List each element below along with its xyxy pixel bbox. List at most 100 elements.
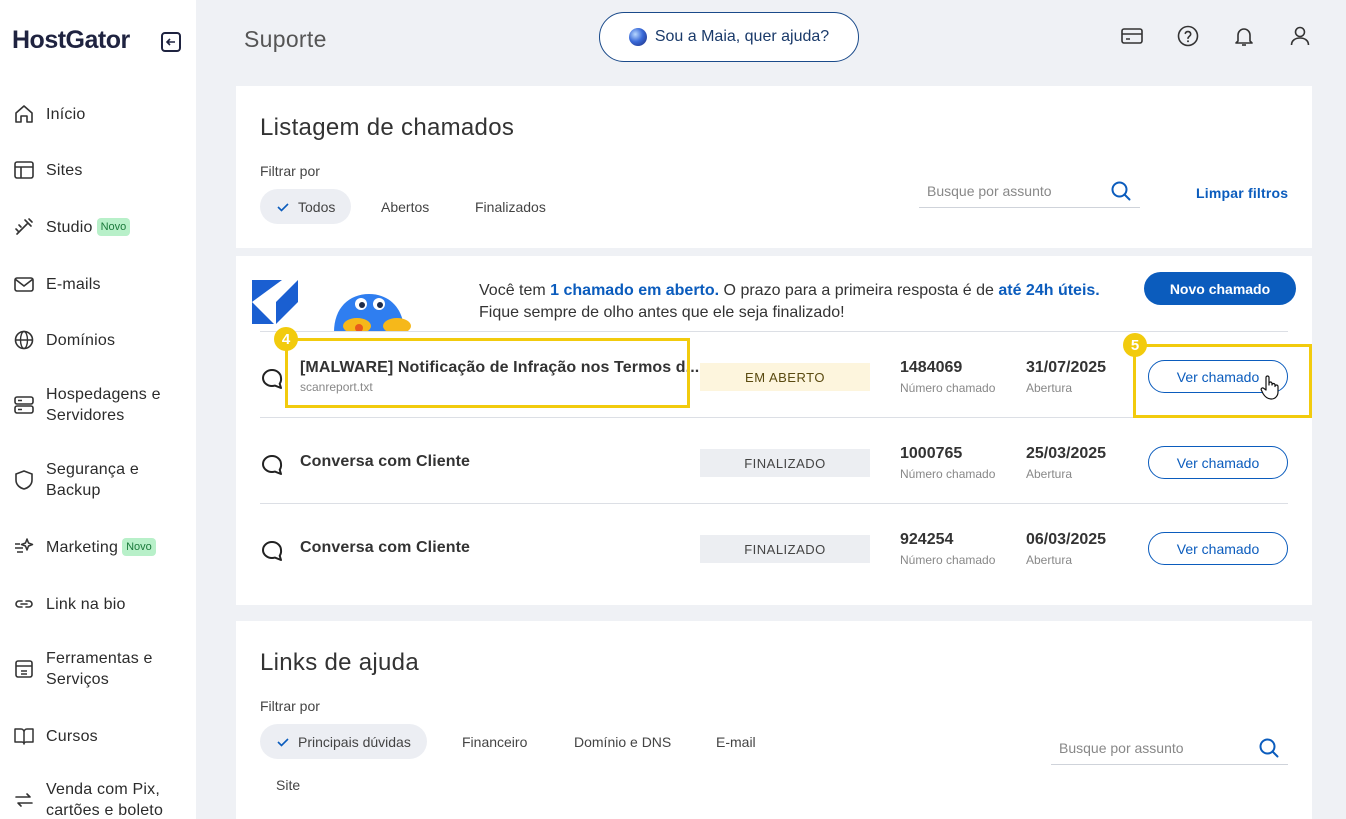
sidebar-item-label: Segurança e Backup	[46, 461, 139, 499]
server-icon	[12, 393, 36, 417]
filter-chip-email[interactable]: E-mail	[716, 724, 756, 759]
sidebar-item-label: Sites	[46, 161, 83, 179]
filter-chip-principais[interactable]: Principais dúvidas	[260, 724, 427, 759]
open-ticket-notice: Você tem 1 chamado em aberto. O prazo pa…	[479, 280, 1100, 324]
home-icon	[12, 102, 36, 126]
ticket-list-card: Você tem 1 chamado em aberto. O prazo pa…	[236, 256, 1312, 605]
chip-label: Finalizados	[475, 198, 546, 215]
sidebar-item-label: Cursos	[46, 727, 98, 745]
layout-icon	[12, 158, 36, 182]
marketing-icon	[12, 535, 36, 559]
maia-orb-icon	[628, 28, 647, 46]
view-ticket-button[interactable]: Ver chamado	[1148, 532, 1288, 565]
book-icon	[12, 724, 36, 748]
help-search-input[interactable]	[1051, 733, 1288, 763]
sidebar-item-label: E-mails	[46, 275, 101, 293]
collapse-sidebar-button[interactable]	[161, 32, 181, 52]
filter-label: Filtrar por	[260, 163, 320, 179]
filter-label: Filtrar por	[260, 698, 320, 714]
ticket-subject[interactable]: Conversa com Cliente	[300, 453, 470, 471]
table-row: Conversa com Cliente FINALIZADO 924254 N…	[260, 503, 1288, 589]
ticket-filter-card: Listagem de chamados Filtrar por Todos A…	[236, 86, 1312, 248]
brand-triangles-icon	[252, 280, 298, 324]
ticket-date-label: Abertura	[1026, 467, 1073, 481]
notice-highlight-count: 1 chamado em aberto.	[550, 282, 720, 299]
sidebar-item-label: Marketing	[46, 538, 119, 556]
chip-label: E-mail	[716, 733, 756, 750]
ticket-date-label: Abertura	[1026, 381, 1073, 395]
sidebar-item-hospedagens[interactable]: Hospedagens e Servidores	[12, 384, 192, 426]
clear-filters-link[interactable]: Limpar filtros	[1196, 185, 1288, 201]
step-marker-4: 4	[274, 327, 298, 351]
page-title: Suporte	[244, 26, 327, 52]
ticket-search	[919, 176, 1140, 208]
sidebar-item-cursos[interactable]: Cursos	[12, 724, 192, 748]
chat-bubble-icon	[262, 455, 283, 475]
sidebar: HostGator Início Sites Studio Novo E-mai…	[0, 0, 196, 819]
ticket-number: 1000765	[900, 445, 963, 462]
studio-icon	[12, 215, 36, 239]
notification-bell-icon[interactable]	[1232, 24, 1256, 48]
sidebar-item-seguranca[interactable]: Segurança e Backup	[12, 459, 192, 501]
chip-label: Financeiro	[462, 733, 528, 750]
filter-chip-abertos[interactable]: Abertos	[381, 189, 429, 224]
ticket-search-input[interactable]	[919, 176, 1140, 206]
view-ticket-button[interactable]: Ver chamado	[1148, 446, 1288, 479]
sidebar-item-inicio[interactable]: Início	[12, 102, 192, 126]
ticket-number-label: Número chamado	[900, 553, 996, 567]
hostgator-logo[interactable]: HostGator	[12, 26, 130, 55]
chip-label: Abertos	[381, 198, 430, 215]
help-links-title: Links de ajuda	[260, 649, 419, 676]
user-account-icon[interactable]	[1288, 24, 1312, 48]
ticket-number-label: Número chamado	[900, 381, 996, 395]
shield-icon	[12, 468, 36, 492]
table-row: Conversa com Cliente FINALIZADO 1000765 …	[260, 417, 1288, 503]
help-links-card: Links de ajuda Filtrar por Principais dú…	[236, 621, 1312, 819]
sidebar-item-sites[interactable]: Sites	[12, 158, 192, 182]
maia-label: Sou a Maia, quer ajuda?	[654, 28, 830, 45]
filter-chip-site[interactable]: Site	[276, 767, 300, 802]
sidebar-item-label: Link na bio	[46, 595, 126, 613]
billing-card-icon[interactable]	[1120, 24, 1144, 48]
help-icon[interactable]	[1176, 24, 1200, 48]
check-icon	[276, 200, 290, 214]
ticket-number-label: Número chamado	[900, 467, 996, 481]
notice-text-line2: Fique sempre de olho antes que ele seja …	[479, 304, 845, 321]
ticket-subject[interactable]: Conversa com Cliente	[300, 539, 470, 557]
step-marker-5: 5	[1123, 333, 1147, 357]
filter-chip-finalizados[interactable]: Finalizados	[475, 189, 546, 224]
chip-label: Todos	[298, 198, 336, 215]
tools-icon	[12, 657, 36, 681]
ticket-list-title: Listagem de chamados	[260, 114, 515, 141]
search-icon[interactable]	[1110, 180, 1132, 202]
sidebar-item-dominios[interactable]: Domínios	[12, 328, 192, 352]
sidebar-item-venda-pix[interactable]: Venda com Pix, cartões e boleto	[12, 779, 192, 819]
hand-cursor-icon	[1260, 375, 1279, 400]
status-badge: FINALIZADO	[700, 535, 870, 563]
search-icon[interactable]	[1258, 737, 1280, 759]
globe-icon	[12, 328, 36, 352]
maia-assistant-button[interactable]: Sou a Maia, quer ajuda?	[599, 12, 859, 62]
highlight-box-step5	[1133, 344, 1312, 418]
chat-bubble-icon	[262, 541, 283, 561]
status-badge: FINALIZADO	[700, 449, 870, 477]
new-ticket-button[interactable]: Novo chamado	[1144, 272, 1296, 305]
ticket-number: 1484069	[900, 359, 963, 376]
sidebar-item-studio[interactable]: Studio Novo	[12, 215, 192, 239]
gator-mascot-icon	[334, 294, 411, 332]
sidebar-item-emails[interactable]: E-mails	[12, 272, 192, 296]
chat-bubble-icon	[262, 369, 283, 389]
sidebar-item-label: Venda com Pix, cartões e boleto	[46, 781, 164, 819]
status-badge: EM ABERTO	[700, 363, 870, 391]
ticket-date: 06/03/2025	[1026, 531, 1107, 548]
help-search	[1051, 733, 1288, 765]
filter-chip-todos[interactable]: Todos	[260, 189, 352, 224]
check-icon	[276, 735, 290, 749]
filter-chip-dominio-dns[interactable]: Domínio e DNS	[574, 724, 671, 759]
sidebar-item-link-na-bio[interactable]: Link na bio	[12, 592, 192, 616]
new-badge: Novo	[122, 538, 156, 556]
sidebar-item-marketing[interactable]: Marketing Novo	[12, 535, 192, 559]
sidebar-item-ferramentas[interactable]: Ferramentas e Serviços	[12, 648, 192, 690]
ticket-date: 31/07/2025	[1026, 359, 1107, 376]
filter-chip-financeiro[interactable]: Financeiro	[462, 724, 527, 759]
